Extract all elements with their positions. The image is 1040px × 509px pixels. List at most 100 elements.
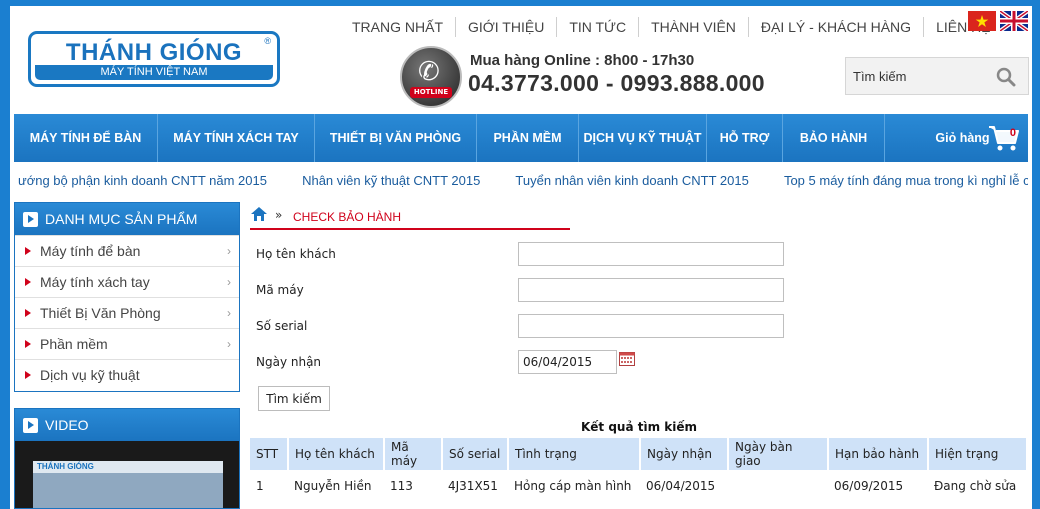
video-title: VIDEO <box>45 417 89 433</box>
top-nav-dealers[interactable]: ĐẠI LÝ - KHÁCH HÀNG <box>747 17 923 37</box>
home-icon[interactable] <box>250 206 268 222</box>
column-header: Tình trạng <box>508 438 641 470</box>
results-title: Kết quả tìm kiếm <box>580 420 698 434</box>
ticker-item[interactable]: Nhân viên kỹ thuật CNTT 2015 <box>302 173 480 188</box>
category-label: Dịch vụ kỹ thuật <box>40 367 140 383</box>
top-nav-about[interactable]: GIỚI THIỆU <box>455 17 556 37</box>
category-item-services[interactable]: Dịch vụ kỹ thuật <box>15 359 239 390</box>
red-arrow-icon <box>25 309 31 317</box>
news-ticker: ướng bộ phận kinh doanh CNTT năm 2015 Nh… <box>18 170 1028 192</box>
table-row: 1 Nguyễn Hiền 113 4J31X51 Hỏng cáp màn h… <box>250 470 1027 502</box>
nav-desktop-pcs[interactable]: MÁY TÍNH ĐỂ BÀN <box>14 114 158 162</box>
video-box: VIDEO THÁNH GIÓNG <box>14 408 240 509</box>
results-table: STT Họ tên khách Mã máy Số serial Tình t… <box>250 438 1028 502</box>
main-nav: MÁY TÍNH ĐỂ BÀN MÁY TÍNH XÁCH TAY THIẾT … <box>14 114 1028 162</box>
serial-number-label: Số serial <box>256 319 308 333</box>
column-header: Ngày nhận <box>640 438 729 470</box>
table-cell: 4J31X51 <box>448 479 498 493</box>
category-header: DANH MỤC SẢN PHẨM <box>15 203 239 235</box>
table-cell: 1 <box>256 479 264 493</box>
top-nav-home[interactable]: TRANG NHẤT <box>340 17 455 37</box>
hotline-phone-icon: ✆ HOTLINE <box>400 46 462 108</box>
received-date-field[interactable] <box>518 350 617 374</box>
cart-button[interactable]: Giỏ hàng 0 <box>885 114 1028 162</box>
search-input[interactable] <box>853 66 993 86</box>
chevron-right-icon: › <box>227 306 231 320</box>
category-label: Máy tính xách tay <box>40 274 150 290</box>
phone-icon: ✆ <box>418 57 440 87</box>
table-cell: 113 <box>390 479 413 493</box>
machine-code-label: Mã máy <box>256 283 304 297</box>
machine-code-field[interactable] <box>518 278 784 302</box>
calendar-icon[interactable] <box>619 352 635 366</box>
table-cell: 06/04/2015 <box>646 479 716 493</box>
table-cell: 06/09/2015 <box>834 479 904 493</box>
red-arrow-icon <box>25 247 31 255</box>
category-item-office[interactable]: Thiết Bị Văn Phòng › <box>15 297 239 328</box>
table-cell: Nguyễn Hiền <box>294 479 372 493</box>
breadcrumb-separator: » <box>275 208 283 222</box>
table-cell: Hỏng cáp màn hình <box>514 479 632 493</box>
red-arrow-icon <box>25 278 31 286</box>
video-logo: THÁNH GIÓNG <box>37 462 94 471</box>
column-header: Số serial <box>442 438 509 470</box>
logo-subtitle: MÁY TÍNH VIỆT NAM <box>35 65 273 80</box>
search-icon[interactable] <box>996 67 1016 87</box>
chevron-right-icon: › <box>227 337 231 351</box>
hotline-hours: Mua hàng Online : 8h00 - 17h30 <box>470 52 695 69</box>
column-header: Mã máy <box>384 438 443 470</box>
hotline-badge: HOTLINE <box>410 87 452 98</box>
category-item-desktop[interactable]: Máy tính để bàn › <box>15 235 239 266</box>
category-item-laptop[interactable]: Máy tính xách tay › <box>15 266 239 297</box>
site-logo[interactable]: THÁNH GIÓNG ® MÁY TÍNH VIỆT NAM <box>28 31 280 87</box>
category-label: Máy tính để bàn <box>40 243 141 259</box>
top-nav-news[interactable]: TIN TỨC <box>556 17 638 37</box>
hotline-numbers: 04.3773.000 - 0993.888.000 <box>468 70 765 96</box>
category-item-software[interactable]: Phần mềm › <box>15 328 239 359</box>
category-label: Thiết Bị Văn Phòng <box>40 305 161 321</box>
ticker-item[interactable]: Tuyển nhân viên kinh doanh CNTT 2015 <box>515 173 748 188</box>
column-header: Hạn bảo hành <box>828 438 929 470</box>
chevron-right-icon: › <box>227 244 231 258</box>
top-nav-members[interactable]: THÀNH VIÊN <box>638 17 748 37</box>
page-title: CHECK BẢO HÀNH <box>293 210 402 224</box>
red-arrow-icon <box>25 340 31 348</box>
red-arrow-icon <box>25 371 31 379</box>
customer-name-label: Họ tên khách <box>256 247 336 261</box>
nav-warranty[interactable]: BẢO HÀNH <box>783 114 885 162</box>
product-category-box: DANH MỤC SẢN PHẨM Máy tính để bàn › Máy t… <box>14 202 240 392</box>
logo-registered-mark: ® <box>264 36 271 46</box>
ticker-item[interactable]: Top 5 máy tính đáng mua trong kì nghỉ lễ… <box>784 173 1028 188</box>
play-square-icon <box>23 418 38 433</box>
nav-office-equipment[interactable]: THIẾT BỊ VĂN PHÒNG <box>315 114 477 162</box>
top-nav: TRANG NHẤT GIỚI THIỆU TIN TỨC THÀNH VIÊN… <box>340 16 1003 38</box>
ticker-item[interactable]: ướng bộ phận kinh doanh CNTT năm 2015 <box>18 173 267 188</box>
column-header: Hiện trạng <box>928 438 1028 470</box>
nav-support[interactable]: HỖ TRỢ <box>707 114 783 162</box>
chevron-right-icon: › <box>227 275 231 289</box>
video-thumbnail[interactable]: THÁNH GIÓNG <box>15 441 239 508</box>
logo-title: THÁNH GIÓNG <box>65 39 243 66</box>
table-header-row: STT Họ tên khách Mã máy Số serial Tình t… <box>250 438 1028 470</box>
page: THÁNH GIÓNG ® MÁY TÍNH VIỆT NAM TRANG NH… <box>10 6 1032 509</box>
breadcrumb: » CHECK BẢO HÀNH <box>250 206 570 230</box>
category-title: DANH MỤC SẢN PHẨM <box>45 211 198 227</box>
column-header: Ngày bàn giao <box>728 438 829 470</box>
customer-name-field[interactable] <box>518 242 784 266</box>
video-header: VIDEO <box>15 409 239 441</box>
nav-software[interactable]: PHẦN MỀM <box>477 114 579 162</box>
header-search <box>845 57 1029 95</box>
play-square-icon <box>23 212 38 227</box>
vietnamese-flag-icon[interactable] <box>968 11 996 31</box>
nav-tech-services[interactable]: DỊCH VỤ KỸ THUẬT <box>579 114 707 162</box>
column-header: STT <box>250 438 289 470</box>
cart-label: Giỏ hàng <box>935 131 990 145</box>
serial-number-field[interactable] <box>518 314 784 338</box>
table-cell <box>728 470 828 502</box>
column-header: Họ tên khách <box>288 438 385 470</box>
received-date-label: Ngày nhận <box>256 355 322 369</box>
nav-laptops[interactable]: MÁY TÍNH XÁCH TAY <box>158 114 315 162</box>
search-button[interactable]: Tìm kiếm <box>258 386 330 411</box>
cart-count: 0 <box>1009 127 1016 139</box>
english-flag-icon[interactable] <box>998 9 1030 33</box>
